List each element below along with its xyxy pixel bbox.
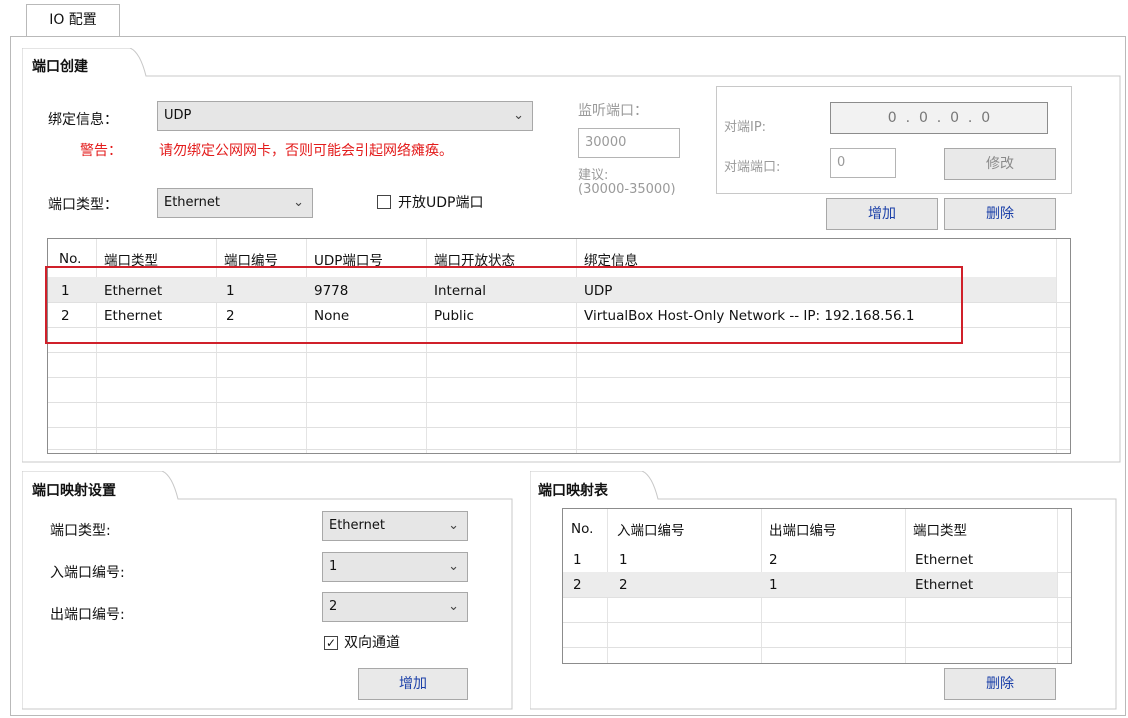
map-port-type-label: 端口类型: [50,523,111,539]
mapping-row-selected-bg [563,572,1057,597]
listen-port-input[interactable]: 30000 [578,128,680,158]
in-port-label: 入端口编号: [50,565,125,581]
map-port-type-value: Ethernet [329,518,385,533]
delete-mapping-button[interactable]: 删除 [944,668,1056,700]
add-port-button[interactable]: 增加 [826,198,938,230]
table-cell[interactable]: 2 [619,577,628,593]
peer-port-input[interactable]: 0 [830,148,896,178]
chevron-down-icon: ⌄ [448,599,459,614]
table-cell[interactable]: 1 [769,577,778,593]
delete-port-button[interactable]: 删除 [944,198,1056,230]
map-port-type-select[interactable]: Ethernet ⌄ [322,511,468,541]
port-type-select[interactable]: Ethernet ⌄ [157,188,313,218]
in-port-select[interactable]: 1 ⌄ [322,552,468,582]
chevron-down-icon: ⌄ [448,559,459,574]
open-udp-checkbox[interactable] [377,195,391,209]
warning-text: 请勿绑定公网网卡，否则可能会引起网络瘫痪。 [159,143,453,159]
peer-port-label: 对端端口: [724,160,781,175]
add-mapping-button[interactable]: 增加 [358,668,468,700]
out-port-value: 2 [329,599,338,614]
chevron-down-icon: ⌄ [513,108,524,123]
chevron-down-icon: ⌄ [293,195,304,210]
mapping-header-port-type: 端口类型 [913,523,967,539]
table-cell[interactable]: 2 [769,552,778,568]
suggest-range: (30000-35000) [578,182,676,197]
table-cell[interactable]: Ethernet [915,552,973,568]
port-type-select-value: Ethernet [164,195,220,210]
highlight-box [45,266,963,344]
bind-select-value: UDP [164,108,192,123]
mapping-header-out-port: 出端口编号 [769,523,837,539]
listen-port-label: 监听端口： [578,103,648,119]
chevron-down-icon: ⌄ [448,518,459,533]
mapping-header-in-port: 入端口编号 [617,523,685,539]
suggest-label: 建议: [578,168,609,183]
peer-ip-label: 对端IP: [724,120,767,135]
table-cell[interactable]: 1 [619,552,628,568]
tab-io-config[interactable]: IO 配置 [26,4,120,36]
peer-ip-input[interactable]: 0 . 0 . 0 . 0 [830,102,1048,134]
in-port-value: 1 [329,559,338,574]
table-cell[interactable]: 1 [573,552,582,568]
bind-select[interactable]: UDP ⌄ [157,101,533,131]
bidirectional-checkbox[interactable]: ✓ [324,636,338,650]
table-cell[interactable]: Ethernet [915,577,973,593]
table-cell[interactable]: 2 [573,577,582,593]
bidirectional-label: 双向通道 [344,635,400,651]
port-type-label: 端口类型： [48,197,118,213]
warning-label: 警告： [80,143,122,159]
mapping-table: No. 入端口编号 出端口编号 端口类型 1 1 2 Ethernet 2 2 … [562,508,1072,664]
out-port-select[interactable]: 2 ⌄ [322,592,468,622]
table-header-no: No. [59,251,82,267]
mapping-header-no: No. [571,521,594,537]
modify-button[interactable]: 修改 [944,148,1056,180]
out-port-label: 出端口编号: [50,607,125,623]
bind-label: 绑定信息： [48,112,118,128]
open-udp-label: 开放UDP端口 [398,195,484,211]
